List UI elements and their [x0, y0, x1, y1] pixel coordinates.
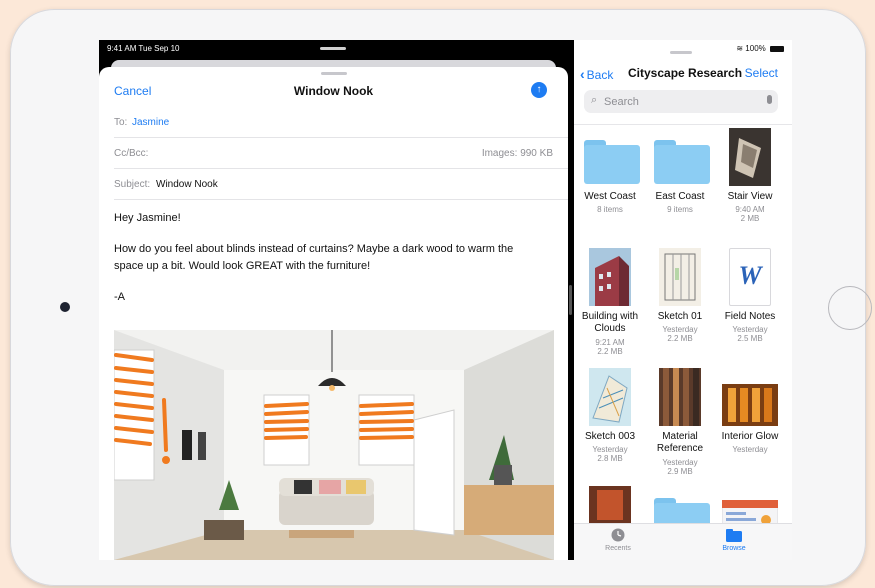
message-paragraph: How do you feel about blinds instead of … — [114, 243, 514, 272]
sheet-grabber[interactable] — [321, 72, 347, 75]
message-signoff: -A — [114, 291, 125, 303]
folder-icon — [584, 140, 640, 184]
send-button[interactable]: ↑ — [531, 82, 547, 98]
message-body[interactable]: Hey Jasmine! How do you feel about blind… — [114, 210, 544, 320]
compose-title: Window Nook — [293, 84, 374, 98]
file-meta: 2 MB — [740, 214, 760, 223]
file-meta: 9:21 AM — [595, 338, 625, 347]
file-name: West Coast — [584, 191, 636, 202]
word-document-icon: W — [729, 248, 771, 306]
tab-browse[interactable]: Browse — [704, 528, 764, 552]
ccbcc-field[interactable]: Cc/Bcc: Images: 990 KB — [114, 138, 568, 169]
files-status-bar: ≋ 100% — [574, 44, 792, 54]
files-pane: ≋ 100% ‹ Back Cityscape Research Select ⌕… — [574, 40, 792, 560]
search-icon: ⌕ — [591, 94, 598, 106]
search-input[interactable] — [604, 93, 754, 110]
subject-label: Subject: — [114, 179, 151, 190]
multitasking-handle-right[interactable] — [670, 51, 692, 54]
file-meta: Yesterday — [592, 445, 628, 454]
word-glyph: W — [738, 261, 762, 290]
file-name: Interior Glow — [721, 431, 779, 442]
material-reference-thumbnail — [659, 368, 701, 426]
tab-recents-label: Recents — [605, 545, 631, 552]
file-meta: 2.2 MB — [667, 334, 693, 343]
select-button[interactable]: Select — [745, 66, 778, 80]
status-indicators: ≋ 100% — [736, 44, 784, 53]
folder-icon — [726, 529, 742, 542]
building-thumbnail — [589, 248, 631, 306]
files-nav-bar: ‹ Back Cityscape Research Select — [574, 63, 792, 83]
multitasking-handle[interactable] — [320, 47, 346, 50]
to-label: To: — [114, 117, 128, 128]
file-name: Sketch 01 — [657, 311, 703, 322]
file-meta: Yesterday — [662, 325, 698, 334]
ccbcc-label: Cc/Bcc: — [114, 148, 149, 159]
file-name: Field Notes — [724, 311, 776, 322]
arrow-up-icon: ↑ — [536, 84, 542, 95]
battery-percent: 100% — [745, 44, 766, 53]
file-name: East Coast — [655, 191, 705, 202]
sketch-003-thumbnail — [589, 368, 631, 426]
chevron-left-icon: ‹ — [580, 66, 585, 82]
stair-view-thumbnail — [729, 128, 771, 186]
screen: 9:41 AM Tue Sep 10 Cancel Window Nook ↑ … — [99, 40, 792, 560]
file-meta: 2.9 MB — [667, 467, 693, 476]
compose-sheet: Cancel Window Nook ↑ To: Jasmine Cc/Bcc:… — [99, 67, 568, 560]
files-tab-bar: Recents Browse — [574, 523, 792, 560]
mail-pane: 9:41 AM Tue Sep 10 Cancel Window Nook ↑ … — [99, 40, 568, 560]
images-value: 990 KB — [520, 148, 553, 159]
file-meta: 9 items — [667, 205, 693, 214]
file-meta: Yesterday — [732, 445, 768, 454]
images-size[interactable]: Images: 990 KB — [482, 148, 553, 159]
subject-field[interactable]: Subject: Window Nook — [114, 169, 568, 200]
camera-icon — [60, 302, 70, 312]
folder-icon — [654, 140, 710, 184]
file-meta: 2.2 MB — [597, 347, 623, 356]
search-bar[interactable]: ⌕ — [584, 90, 778, 113]
images-label: Images: — [481, 148, 518, 159]
back-label: Back — [586, 68, 614, 82]
file-meta: 9:40 AM — [735, 205, 765, 214]
interior-glow-thumbnail — [722, 384, 778, 426]
status-time: 9:41 AM Tue Sep 10 — [107, 44, 180, 53]
to-field[interactable]: To: Jasmine — [114, 107, 568, 138]
back-button[interactable]: ‹ Back — [580, 66, 613, 82]
file-name: Material Reference — [656, 431, 704, 454]
annotated-room-photo[interactable] — [114, 330, 554, 560]
microphone-icon[interactable] — [767, 95, 772, 104]
clock-icon — [611, 528, 625, 542]
split-view-handle[interactable] — [569, 285, 572, 315]
folder-title: Cityscape Research — [628, 66, 743, 80]
subject-value[interactable]: Window Nook — [156, 179, 218, 190]
room-photo-illustration — [114, 330, 554, 560]
file-meta: Yesterday — [662, 458, 698, 467]
file-name: Building with Clouds — [581, 311, 639, 334]
file-meta: 2.5 MB — [737, 334, 763, 343]
message-greeting: Hey Jasmine! — [114, 212, 181, 224]
file-name: Sketch 003 — [584, 431, 636, 442]
sketch-01-thumbnail — [659, 248, 701, 306]
file-meta: 8 items — [597, 205, 623, 214]
tab-browse-label: Browse — [722, 545, 746, 552]
file-meta: 2.8 MB — [597, 454, 623, 463]
separator — [574, 124, 792, 125]
photo-thumbnail — [589, 486, 631, 526]
file-name: Stair View — [727, 191, 773, 202]
compose-nav-bar: Cancel Window Nook ↑ — [99, 79, 568, 105]
battery-icon — [770, 45, 784, 52]
home-button[interactable] — [828, 286, 872, 330]
wifi-icon: ≋ — [736, 44, 744, 53]
tab-recents[interactable]: Recents — [588, 528, 648, 552]
file-meta: Yesterday — [732, 325, 768, 334]
to-recipient[interactable]: Jasmine — [132, 117, 169, 128]
